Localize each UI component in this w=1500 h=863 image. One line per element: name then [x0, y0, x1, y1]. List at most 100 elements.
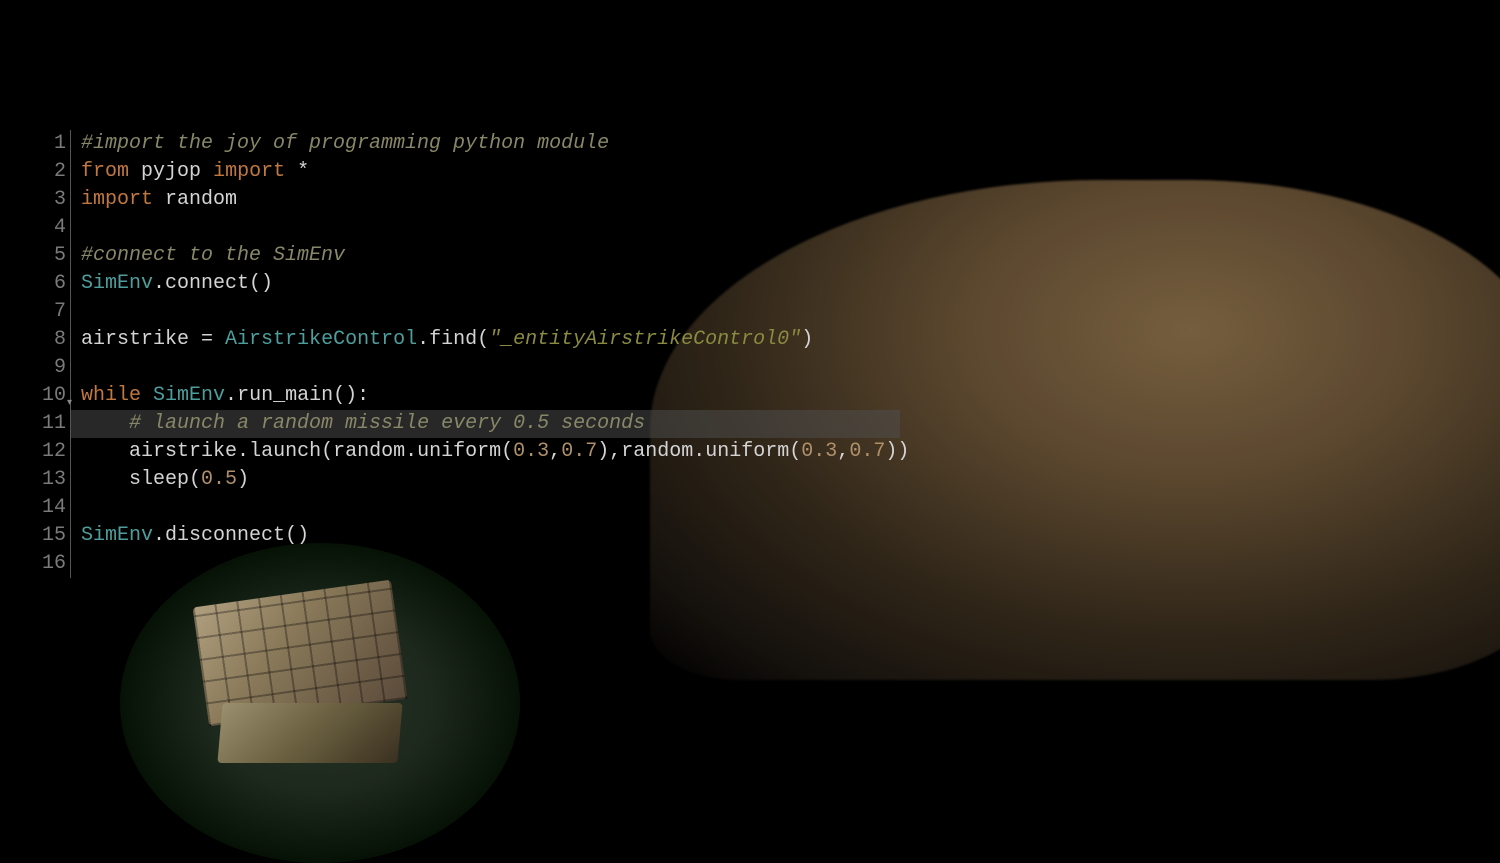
code-token: = — [189, 328, 225, 351]
line-number: 7 — [30, 298, 70, 326]
code-token: random — [165, 188, 237, 211]
code-content[interactable] — [70, 494, 81, 522]
missile-launcher-vehicle — [180, 563, 440, 783]
code-line[interactable]: 3import random — [30, 186, 930, 214]
code-content[interactable]: airstrike = AirstrikeControl.find("_enti… — [70, 326, 813, 354]
code-token: pyjop — [141, 160, 201, 183]
code-token: , — [549, 440, 561, 463]
code-content[interactable] — [70, 214, 81, 242]
code-token: uniform — [417, 440, 501, 463]
code-token: . — [153, 524, 165, 547]
code-line[interactable]: 11 # launch a random missile every 0.5 s… — [30, 410, 930, 438]
line-number: 1 — [30, 130, 70, 158]
code-token: from — [81, 160, 129, 183]
code-token: 0.3 — [801, 440, 837, 463]
code-token: . — [417, 328, 429, 351]
code-token: ( — [501, 440, 513, 463]
code-token: ( — [321, 440, 333, 463]
line-number: 8 — [30, 326, 70, 354]
code-token: #import the joy of programming python mo… — [81, 132, 609, 155]
code-token: import — [81, 188, 153, 211]
code-content[interactable]: from pyjop import * — [70, 158, 309, 186]
code-token: SimEnv — [153, 384, 225, 407]
line-number: 3 — [30, 186, 70, 214]
code-content[interactable] — [70, 550, 81, 578]
code-token — [81, 468, 129, 491]
code-token: . — [225, 384, 237, 407]
line-number: 9 — [30, 354, 70, 382]
code-token: 0.3 — [513, 440, 549, 463]
code-line[interactable]: 1 #import the joy of programming python m… — [30, 130, 930, 158]
vehicle-chassis — [217, 703, 402, 763]
code-token: connect — [165, 272, 249, 295]
code-token: while — [81, 384, 141, 407]
code-token: SimEnv — [81, 272, 153, 295]
code-token: airstrike — [81, 328, 189, 351]
code-line[interactable]: 16 — [30, 550, 930, 578]
code-line[interactable]: 4 — [30, 214, 930, 242]
code-token: # launch a random missile every 0.5 seco… — [129, 412, 645, 435]
line-number: 10▾ — [30, 382, 70, 410]
code-token: sleep — [129, 468, 189, 491]
code-token: (): — [333, 384, 369, 407]
code-content[interactable]: SimEnv.connect() — [70, 270, 273, 298]
code-token: airstrike — [129, 440, 237, 463]
code-content[interactable]: #connect to the SimEnv — [70, 242, 345, 270]
code-token: () — [249, 272, 273, 295]
code-content[interactable]: airstrike.launch(random.uniform(0.3,0.7)… — [70, 438, 909, 466]
line-number: 15 — [30, 522, 70, 550]
code-line[interactable]: 9 — [30, 354, 930, 382]
line-number: 2 — [30, 158, 70, 186]
code-token: . — [153, 272, 165, 295]
code-token: "_entityAirstrikeControl0" — [489, 328, 801, 351]
code-token: ) — [237, 468, 249, 491]
code-content[interactable]: SimEnv.disconnect() — [70, 522, 309, 550]
code-token: #connect to the SimEnv — [81, 244, 345, 267]
code-token: . — [693, 440, 705, 463]
code-token: )) — [885, 440, 909, 463]
code-token — [129, 160, 141, 183]
line-number: 16 — [30, 550, 70, 578]
line-number: 11 — [30, 410, 70, 438]
code-line[interactable]: 8airstrike = AirstrikeControl.find("_ent… — [30, 326, 930, 354]
code-token: launch — [249, 440, 321, 463]
code-token — [81, 412, 129, 435]
code-line[interactable]: 12 airstrike.launch(random.uniform(0.3,0… — [30, 438, 930, 466]
code-line[interactable]: 6SimEnv.connect() — [30, 270, 930, 298]
code-token: run_main — [237, 384, 333, 407]
code-line[interactable]: 14 — [30, 494, 930, 522]
code-token: AirstrikeControl — [225, 328, 417, 351]
code-token: ), — [597, 440, 621, 463]
code-token: () — [285, 524, 309, 547]
code-token: * — [297, 160, 309, 183]
code-token — [153, 188, 165, 211]
code-token — [81, 440, 129, 463]
code-line[interactable]: 2from pyjop import * — [30, 158, 930, 186]
code-token — [285, 160, 297, 183]
code-line[interactable]: 15SimEnv.disconnect() — [30, 522, 930, 550]
code-content[interactable]: while SimEnv.run_main(): — [70, 382, 369, 410]
code-editor[interactable]: 1 #import the joy of programming python m… — [30, 130, 930, 578]
code-token: ( — [477, 328, 489, 351]
code-line[interactable]: 5#connect to the SimEnv — [30, 242, 930, 270]
line-number: 4 — [30, 214, 70, 242]
code-line[interactable]: 13 sleep(0.5) — [30, 466, 930, 494]
code-token: import — [213, 160, 285, 183]
code-content[interactable]: #import the joy of programming python mo… — [70, 130, 609, 158]
code-content[interactable]: # launch a random missile every 0.5 seco… — [70, 410, 645, 438]
code-content[interactable] — [70, 298, 81, 326]
code-line[interactable]: 10▾while SimEnv.run_main(): — [30, 382, 930, 410]
code-line[interactable]: 7 — [30, 298, 930, 326]
line-number: 13 — [30, 466, 70, 494]
code-token: ) — [801, 328, 813, 351]
code-content[interactable]: import random — [70, 186, 237, 214]
code-token: random — [621, 440, 693, 463]
code-content[interactable] — [70, 354, 81, 382]
code-token: 0.7 — [849, 440, 885, 463]
code-token: 0.5 — [201, 468, 237, 491]
code-token — [201, 160, 213, 183]
code-token: . — [405, 440, 417, 463]
code-content[interactable]: sleep(0.5) — [70, 466, 249, 494]
line-number: 14 — [30, 494, 70, 522]
line-number: 12 — [30, 438, 70, 466]
